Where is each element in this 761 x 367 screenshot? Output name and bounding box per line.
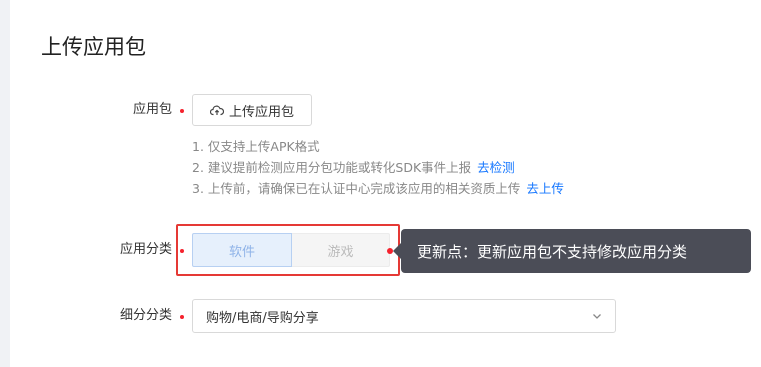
subcategory-select[interactable]: 购物/电商/导购分享 (192, 299, 616, 333)
tip-line: 3. 上传前，请确保已在认证中心完成该应用的相关资质上传 去上传 (192, 179, 564, 200)
tip-text: 1. 仅支持上传APK格式 (192, 139, 320, 154)
chevron-down-icon (591, 310, 603, 326)
upload-package-button[interactable]: 上传应用包 (192, 94, 312, 126)
tip-line: 2. 建议提前检测应用分包功能或转化SDK事件上报 去检测 (192, 158, 564, 179)
upload-label: 应用包 (132, 102, 172, 117)
tip-text: 3. 上传前，请确保已在认证中心完成该应用的相关资质上传 (192, 181, 521, 196)
subcategory-label: 细分分类 (119, 308, 172, 323)
upload-button-label: 上传应用包 (228, 104, 294, 120)
check-link[interactable]: 去检测 (477, 160, 515, 175)
tip-line: 1. 仅支持上传APK格式 (192, 137, 564, 158)
cloud-upload-icon (209, 104, 229, 116)
required-marker (180, 109, 184, 113)
tip-text: 2. 建议提前检测应用分包功能或转化SDK事件上报 (192, 160, 472, 175)
page-title: 上传应用包 (41, 35, 146, 59)
go-upload-link[interactable]: 去上传 (526, 181, 564, 196)
subcategory-value: 购物/电商/导购分享 (206, 310, 319, 326)
update-note-tooltip: 更新点：更新应用包不支持修改应用分类 (401, 229, 751, 273)
category-label: 应用分类 (119, 242, 172, 257)
category-option-software[interactable]: 软件 (192, 233, 292, 267)
tooltip-arrow (393, 243, 401, 259)
upload-tips: 1. 仅支持上传APK格式 2. 建议提前检测应用分包功能或转化SDK事件上报去… (192, 137, 564, 200)
category-option-game[interactable]: 游戏 (292, 233, 390, 267)
required-marker (180, 315, 184, 319)
